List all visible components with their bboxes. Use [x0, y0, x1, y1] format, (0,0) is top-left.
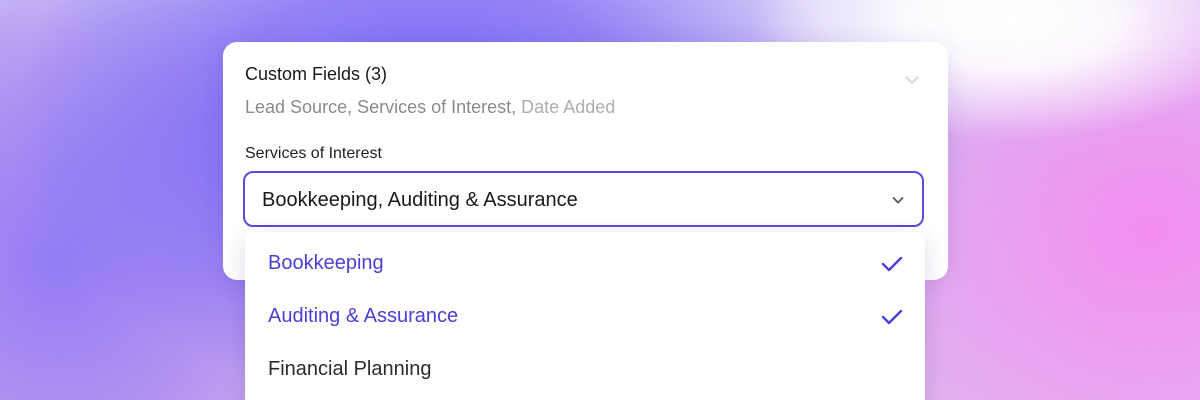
option-label: Bookkeeping	[268, 252, 384, 274]
check-icon	[881, 308, 903, 326]
chevron-down-icon[interactable]	[902, 70, 922, 90]
services-field-label: Services of Interest	[245, 145, 382, 162]
chevron-down-icon-graphic	[905, 76, 919, 84]
check-icon	[881, 255, 903, 273]
option-label: Financial Planning	[268, 358, 432, 380]
card-subtitle: Lead Source, Services of Interest, Date …	[245, 97, 615, 118]
subtitle-faded-field: Date Added	[521, 97, 616, 117]
subtitle-fields: Lead Source, Services of Interest,	[245, 97, 517, 117]
option-financial-planning[interactable]: Financial Planning	[245, 341, 925, 394]
option-label: Auditing & Assurance	[268, 305, 459, 327]
services-dropdown-menu: Bookkeeping Auditing & Assurance Financi…	[245, 232, 925, 400]
services-select-value: Bookkeeping, Auditing & Assurance	[262, 189, 578, 211]
chevron-down-icon	[890, 192, 906, 208]
option-bookkeeping[interactable]: Bookkeeping	[245, 235, 925, 288]
card-title: Custom Fields (3)	[245, 64, 388, 84]
services-select[interactable]: Bookkeeping, Auditing & Assurance	[243, 171, 924, 227]
option-auditing-assurance[interactable]: Auditing & Assurance	[245, 288, 925, 341]
